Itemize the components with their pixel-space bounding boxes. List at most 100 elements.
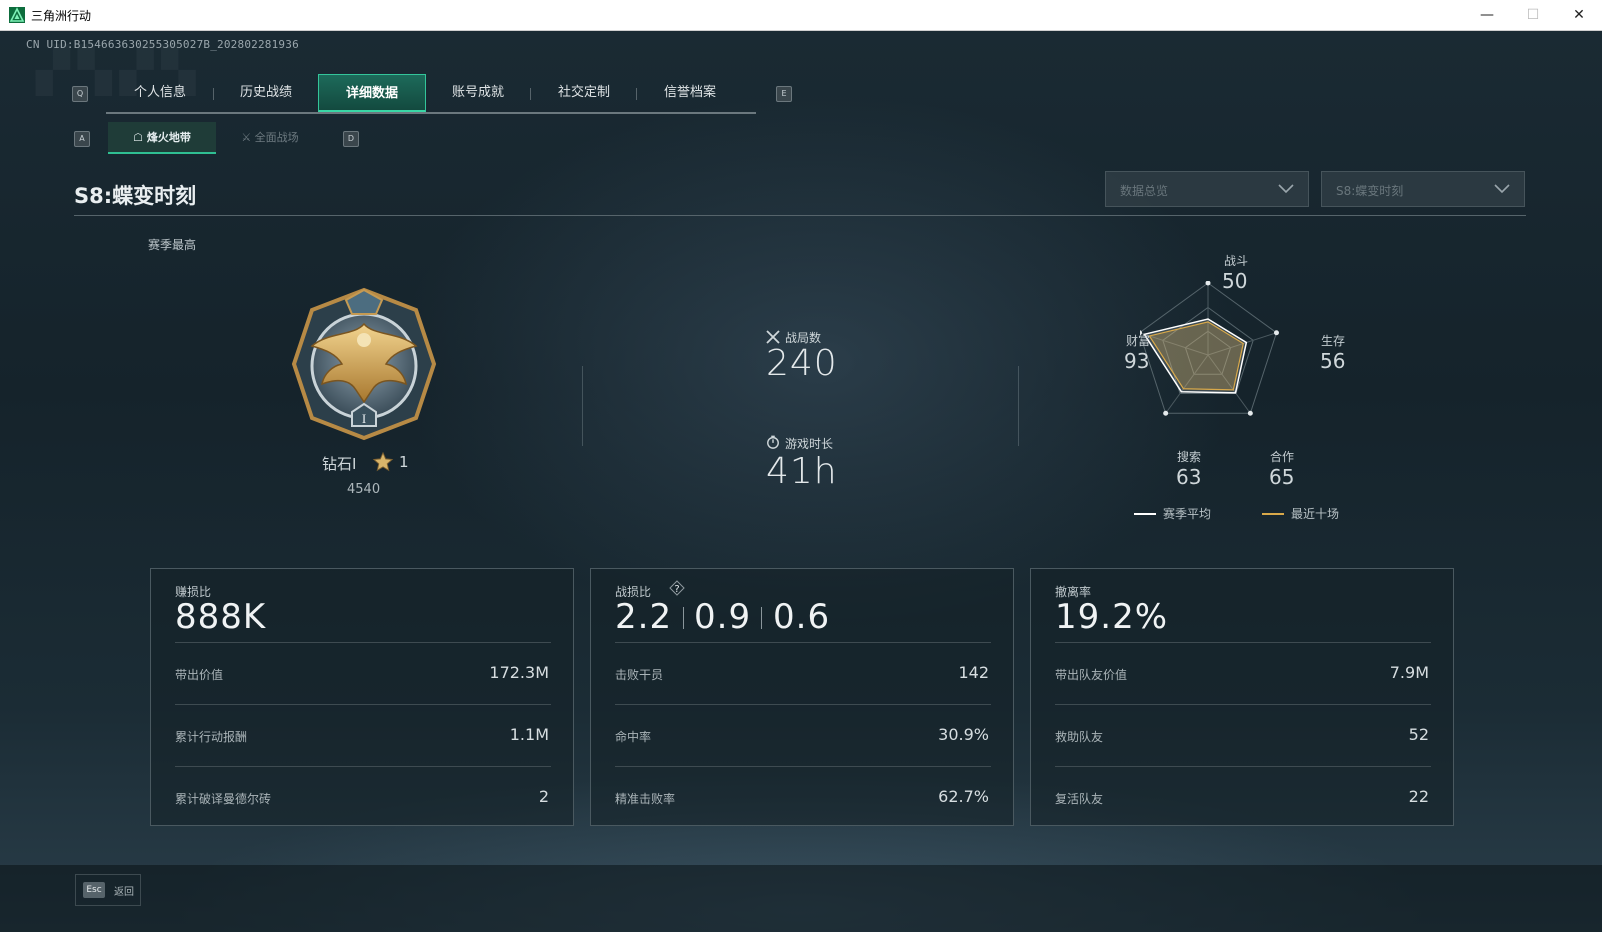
- extraction-rate-card: 撤离率 19.2% 带出队友价值 7.9M 救助队友 52 复活队友 22: [1030, 568, 1454, 826]
- back-label: 返回: [114, 887, 134, 898]
- radar-value-combat: 50: [1222, 269, 1248, 293]
- legend-label-season-avg: 赛季平均: [1163, 507, 1212, 521]
- radar-value-survival: 56: [1320, 349, 1346, 373]
- close-button[interactable]: ✕: [1556, 0, 1602, 30]
- radar-vertex-dot: [1273, 330, 1279, 336]
- maximize-button[interactable]: ☐: [1510, 0, 1556, 30]
- playtime-value: 41h: [766, 451, 838, 492]
- card-big-value: 19.2%: [1055, 597, 1169, 637]
- radar-label-combat: 战斗: [1224, 254, 1249, 268]
- row-value: 22: [1408, 787, 1429, 806]
- section-divider: [1018, 366, 1019, 446]
- card-big-value: 888K: [175, 597, 267, 637]
- radar-label-search: 搜索: [1177, 450, 1202, 464]
- chevron-down-icon: [1278, 184, 1294, 194]
- tab-detailed-data[interactable]: 详细数据: [318, 74, 426, 112]
- prev-subtab-key[interactable]: A: [74, 131, 90, 147]
- row-value: 142: [958, 663, 989, 682]
- window-titlebar: 三角洲行动 — ☐ ✕: [0, 0, 1602, 31]
- row-label: 累计破译曼德尔砖: [175, 792, 272, 806]
- window-title: 三角洲行动: [31, 9, 92, 23]
- game-stage: ▞▚▞▚ CN UID:B154663630255305027B_2028022…: [0, 31, 1602, 932]
- tab-label: 全面战场: [254, 131, 299, 144]
- help-mark: ?: [674, 584, 679, 595]
- row-value: 7.9M: [1389, 663, 1429, 682]
- row-label: 带出价值: [175, 668, 224, 682]
- diamond-rank-badge-icon: I: [291, 287, 437, 441]
- radar-value-search: 63: [1176, 465, 1202, 489]
- tab-match-history[interactable]: 历史战绩: [212, 74, 320, 112]
- operations-mode-icon: ☖: [133, 131, 147, 144]
- tab-social[interactable]: 社交定制: [530, 74, 638, 112]
- row-label: 复活队友: [1055, 792, 1104, 806]
- season-high-label: 赛季最高: [148, 238, 197, 252]
- help-icon[interactable]: ?: [669, 580, 685, 596]
- tab-personal-info[interactable]: 个人信息: [106, 74, 214, 112]
- legend-swatch-season-avg: [1134, 513, 1156, 515]
- kill-death-card: 战损比 ? 2.2 0.9 0.6 击败干员 142 命中率 30.9% 精准击…: [590, 568, 1014, 826]
- row-label: 精准击败率: [615, 792, 676, 806]
- row-divider: [175, 704, 551, 705]
- tab-credit-record[interactable]: 信誉档案: [636, 74, 744, 112]
- header-divider: [74, 215, 1526, 216]
- row-divider: [615, 642, 991, 643]
- next-tab-key[interactable]: E: [776, 86, 792, 102]
- row-divider: [615, 766, 991, 767]
- footer-bar: [0, 865, 1602, 932]
- ability-radar-chart: [1140, 281, 1279, 416]
- row-value: 2: [538, 787, 549, 806]
- row-divider: [1055, 766, 1431, 767]
- row-label: 击败干员: [615, 668, 664, 682]
- radar-value-teamwork: 65: [1269, 465, 1295, 489]
- playtime-label: 游戏时长: [785, 437, 834, 451]
- app-logo-icon: [9, 7, 25, 23]
- next-subtab-key[interactable]: D: [343, 131, 359, 147]
- stopwatch-icon: [767, 435, 779, 449]
- row-label: 累计行动报酬: [175, 730, 248, 744]
- rank-star-count: 1: [399, 453, 409, 471]
- legend-label-recent-ten: 最近十场: [1291, 507, 1340, 521]
- dropdown-value: S8:蝶变时刻: [1336, 184, 1404, 198]
- row-label: 带出队友价值: [1055, 668, 1128, 682]
- ratio-divider: [683, 607, 684, 629]
- row-divider: [615, 704, 991, 705]
- minimize-button[interactable]: —: [1464, 0, 1510, 30]
- tab-label: 烽火地带: [146, 131, 191, 144]
- legend-swatch-recent-ten: [1262, 513, 1284, 515]
- radar-label-survival: 生存: [1321, 334, 1346, 348]
- radar-label-wealth: 财富: [1126, 334, 1151, 348]
- row-divider: [1055, 642, 1431, 643]
- prev-tab-key[interactable]: Q: [72, 86, 88, 102]
- rank-points: 4540: [347, 482, 381, 497]
- svg-text:I: I: [362, 411, 366, 426]
- data-view-dropdown[interactable]: 数据总览: [1105, 171, 1309, 207]
- ratio-divider: [761, 607, 762, 629]
- chevron-down-icon: [1494, 184, 1510, 194]
- row-value: 52: [1408, 725, 1429, 744]
- tab-warfare-mode[interactable]: ⚔ 全面战场: [216, 122, 324, 154]
- row-value: 172.3M: [489, 663, 549, 682]
- row-label: 救助队友: [1055, 730, 1104, 744]
- profit-loss-card: 赚损比 888K 带出价值 172.3M 累计行动报酬 1.1M 累计破译曼德尔…: [150, 568, 574, 826]
- season-title: S8:蝶变时刻: [74, 184, 197, 208]
- player-uid: CN UID:B154663630255305027B_202802281936: [26, 38, 299, 51]
- row-divider: [175, 642, 551, 643]
- kd-ratio-third: 0.6: [773, 597, 831, 637]
- matches-value: 240: [766, 343, 838, 384]
- rank-name: 钻石I: [322, 455, 357, 473]
- row-label: 命中率: [615, 730, 652, 744]
- section-divider: [582, 366, 583, 446]
- tab-operations-mode[interactable]: ☖ 烽火地带: [108, 122, 216, 154]
- radar-label-teamwork: 合作: [1270, 450, 1295, 464]
- esc-key-hint: Esc: [83, 882, 105, 898]
- row-value: 30.9%: [938, 725, 989, 744]
- dropdown-value: 数据总览: [1120, 184, 1169, 198]
- main-tabs: 个人信息 历史战绩 详细数据 账号成就 社交定制 信誉档案: [106, 74, 756, 114]
- season-dropdown[interactable]: S8:蝶变时刻: [1321, 171, 1525, 207]
- kd-ratio-second: 0.9: [694, 597, 752, 637]
- tab-achievements[interactable]: 账号成就: [424, 74, 532, 112]
- row-divider: [175, 766, 551, 767]
- star-icon: [372, 451, 394, 472]
- row-value: 1.1M: [509, 725, 549, 744]
- radar-vertex-dot: [1247, 410, 1253, 416]
